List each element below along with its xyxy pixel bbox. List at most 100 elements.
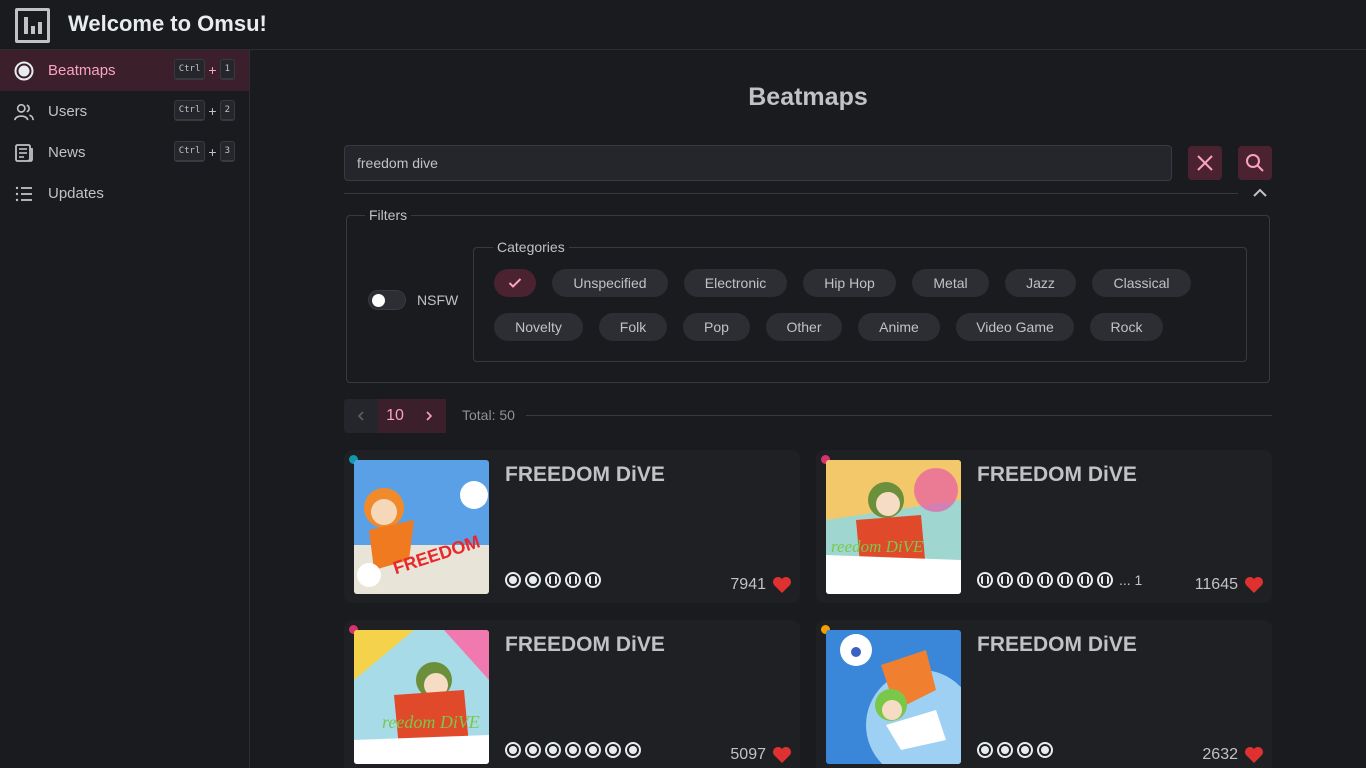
beatmap-card[interactable]: reedom DiVE FREEDOM DiVE ... 1 11645 (816, 450, 1272, 603)
kbd-number: 3 (219, 141, 235, 162)
app-header: Welcome to Omsu! (0, 0, 1366, 50)
kbd-ctrl: Ctrl (173, 141, 206, 162)
difficulty-icon[interactable] (997, 572, 1013, 588)
divider (344, 193, 1238, 194)
svg-text:reedom DiVE: reedom DiVE (382, 712, 480, 732)
difficulty-icon[interactable] (525, 742, 541, 758)
category-chip[interactable]: Unspecified (552, 269, 668, 297)
current-page[interactable]: 10 (378, 399, 412, 433)
clear-search-button[interactable] (1188, 146, 1222, 180)
difficulty-icon[interactable] (585, 572, 601, 588)
shortcut-hint: Ctrl + 1 (173, 59, 235, 80)
category-chip[interactable]: Classical (1092, 269, 1191, 297)
difficulty-icon[interactable] (625, 742, 641, 758)
difficulty-icon[interactable] (1097, 572, 1113, 588)
sidebar-item-label: Beatmaps (48, 62, 116, 79)
list-icon (14, 184, 34, 204)
shortcut-hint: Ctrl + 3 (173, 141, 235, 162)
heart-icon[interactable] (772, 746, 792, 764)
next-page-button[interactable] (412, 399, 446, 433)
nsfw-label: NSFW (417, 292, 459, 308)
difficulty-icon[interactable] (1037, 742, 1053, 758)
sidebar-item-label: News (48, 144, 86, 161)
categories-legend: Categories (493, 239, 569, 255)
difficulty-icon[interactable] (505, 572, 521, 588)
pagination: 10 (344, 399, 446, 433)
beatmap-title: FREEDOM DiVE (977, 633, 1137, 656)
difficulty-icon[interactable] (1017, 742, 1033, 758)
difficulty-icon[interactable] (605, 742, 621, 758)
filters-fieldset: Filters NSFW Categories Unspecified Elec… (346, 207, 1270, 383)
difficulty-icon[interactable] (1017, 572, 1033, 588)
favorites: 5097 (730, 746, 792, 764)
heart-icon[interactable] (1244, 576, 1264, 594)
app-title: Welcome to Omsu! (68, 11, 267, 36)
category-chip[interactable]: Electronic (684, 269, 787, 297)
difficulty-icon[interactable] (565, 742, 581, 758)
sidebar-item-label: Users (48, 103, 88, 120)
sidebar-item-updates[interactable]: Updates (0, 173, 249, 214)
difficulty-icon[interactable] (585, 742, 601, 758)
chevron-up-icon[interactable] (1251, 185, 1269, 201)
svg-text:reedom DiVE: reedom DiVE (831, 537, 924, 556)
beatmap-title: FREEDOM DiVE (505, 633, 665, 656)
category-chip[interactable]: Novelty (494, 313, 583, 341)
difficulty-list (977, 742, 1053, 758)
kbd-ctrl: Ctrl (173, 59, 206, 80)
heart-icon[interactable] (772, 576, 792, 594)
difficulty-icon[interactable] (545, 742, 561, 758)
search-input[interactable] (344, 145, 1172, 181)
category-chip-any[interactable] (494, 269, 536, 297)
difficulty-icon[interactable] (565, 572, 581, 588)
favorite-count: 2632 (1202, 746, 1238, 763)
category-chip[interactable]: Hip Hop (803, 269, 896, 297)
difficulty-icon[interactable] (997, 742, 1013, 758)
category-chip[interactable]: Rock (1090, 313, 1163, 341)
sidebar-item-beatmaps[interactable]: Beatmaps Ctrl + 1 (0, 50, 249, 91)
sidebar-item-users[interactable]: Users Ctrl + 2 (0, 91, 249, 132)
search-icon (1246, 154, 1264, 172)
heart-icon[interactable] (1244, 746, 1264, 764)
beatmap-cover-image: reedom DiVE (826, 460, 961, 594)
sidebar-item-news[interactable]: News Ctrl + 3 (0, 132, 249, 173)
news-icon (14, 143, 34, 163)
users-icon (14, 102, 34, 122)
difficulty-icon[interactable] (977, 742, 993, 758)
favorites: 7941 (730, 576, 792, 594)
beatmap-title: FREEDOM DiVE (505, 463, 665, 486)
difficulty-icon[interactable] (525, 572, 541, 588)
category-chip[interactable]: Jazz (1005, 269, 1076, 297)
category-chip[interactable]: Video Game (956, 313, 1074, 341)
nsfw-toggle[interactable] (368, 290, 406, 310)
difficulty-icon[interactable] (977, 572, 993, 588)
difficulty-icon[interactable] (505, 742, 521, 758)
category-chip[interactable]: Metal (912, 269, 989, 297)
beatmap-card[interactable]: FREEDOM FREEDOM DiVE 7941 (344, 450, 800, 603)
sidebar: Beatmaps Ctrl + 1 Users Ctrl + 2 News Ct… (0, 50, 250, 768)
category-chip[interactable]: Pop (683, 313, 750, 341)
category-chip[interactable]: Anime (858, 313, 940, 341)
difficulty-list (505, 572, 601, 588)
favorite-count: 7941 (730, 576, 766, 593)
category-chip[interactable]: Folk (599, 313, 667, 341)
bar-chart-logo-icon (15, 8, 50, 43)
toggle-knob (372, 294, 385, 307)
beatmap-card[interactable]: FREEDOM DiVE 2632 (816, 620, 1272, 768)
beatmap-card[interactable]: reedom DiVE FREEDOM DiVE 5097 (344, 620, 800, 768)
divider (526, 415, 1272, 416)
favorite-count: 11645 (1194, 576, 1238, 593)
prev-page-button[interactable] (344, 399, 378, 433)
difficulty-icon[interactable] (545, 572, 561, 588)
shortcut-hint: Ctrl + 2 (173, 100, 235, 121)
check-icon (508, 278, 522, 288)
beatmap-cover-image: reedom DiVE (354, 630, 489, 764)
difficulty-icon[interactable] (1057, 572, 1073, 588)
search-button[interactable] (1238, 146, 1272, 180)
beatmap-title: FREEDOM DiVE (977, 463, 1137, 486)
categories-fieldset: Categories Unspecified Electronic Hip Ho… (473, 239, 1247, 362)
category-chip[interactable]: Other (766, 313, 842, 341)
difficulty-icon[interactable] (1037, 572, 1053, 588)
beatmap-cover-image: FREEDOM (354, 460, 489, 594)
difficulty-icon[interactable] (1077, 572, 1093, 588)
plus-sign: + (208, 61, 217, 78)
